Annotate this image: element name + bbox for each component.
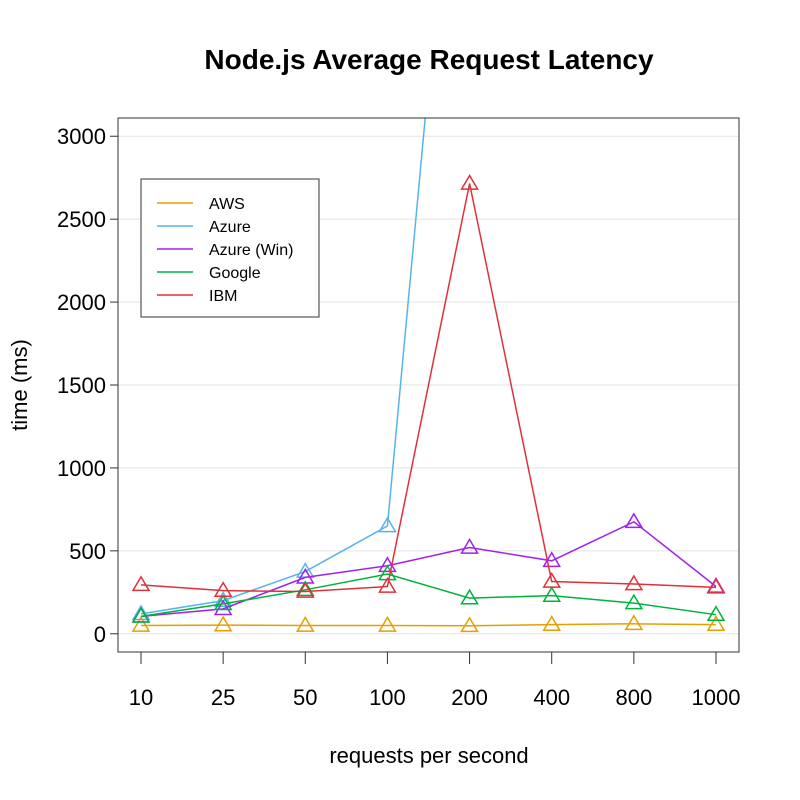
legend-label: IBM bbox=[209, 288, 237, 305]
y-tick-label: 500 bbox=[69, 539, 106, 564]
legend-label: AWS bbox=[209, 196, 245, 213]
data-point bbox=[624, 574, 644, 591]
data-point bbox=[542, 615, 562, 631]
x-tick-label: 1000 bbox=[692, 685, 741, 710]
data-point bbox=[460, 616, 479, 633]
legend-label: Azure (Win) bbox=[209, 242, 293, 259]
y-tick-label: 0 bbox=[94, 622, 106, 647]
x-tick-label: 100 bbox=[369, 685, 406, 710]
x-tick-label: 50 bbox=[293, 685, 317, 710]
data-point bbox=[213, 581, 233, 597]
x-tick-label: 400 bbox=[533, 685, 570, 710]
data-point bbox=[131, 575, 151, 592]
chart-title: Node.js Average Request Latency bbox=[204, 44, 654, 75]
data-point bbox=[542, 586, 562, 602]
legend: AWS Azure Azure (Win) Google IBM bbox=[140, 178, 320, 318]
x-tick-label: 800 bbox=[615, 685, 652, 710]
y-axis-label: time (ms) bbox=[7, 339, 32, 431]
data-point bbox=[378, 615, 397, 632]
chart: Node.js Average Request Latency 05001000… bbox=[7, 44, 741, 768]
legend-label: Google bbox=[209, 265, 261, 282]
y-tick-label: 1500 bbox=[57, 373, 106, 398]
y-tick-label: 2500 bbox=[57, 207, 106, 232]
legend-label: Azure bbox=[209, 219, 251, 236]
data-point bbox=[624, 614, 644, 631]
x-axis: 10 25 50 100 200 400 800 1000 bbox=[129, 652, 741, 710]
x-axis-label: requests per second bbox=[329, 743, 528, 768]
x-tick-label: 200 bbox=[451, 685, 488, 710]
y-tick-label: 3000 bbox=[57, 124, 106, 149]
y-axis: 0 500 1000 1500 2000 2500 3000 bbox=[57, 124, 118, 647]
data-point bbox=[295, 615, 315, 632]
data-point bbox=[706, 615, 726, 631]
y-tick-label: 1000 bbox=[57, 456, 106, 481]
x-tick-label: 10 bbox=[129, 685, 153, 710]
y-tick-label: 2000 bbox=[57, 290, 106, 315]
data-point bbox=[213, 615, 233, 632]
x-tick-label: 25 bbox=[211, 685, 235, 710]
